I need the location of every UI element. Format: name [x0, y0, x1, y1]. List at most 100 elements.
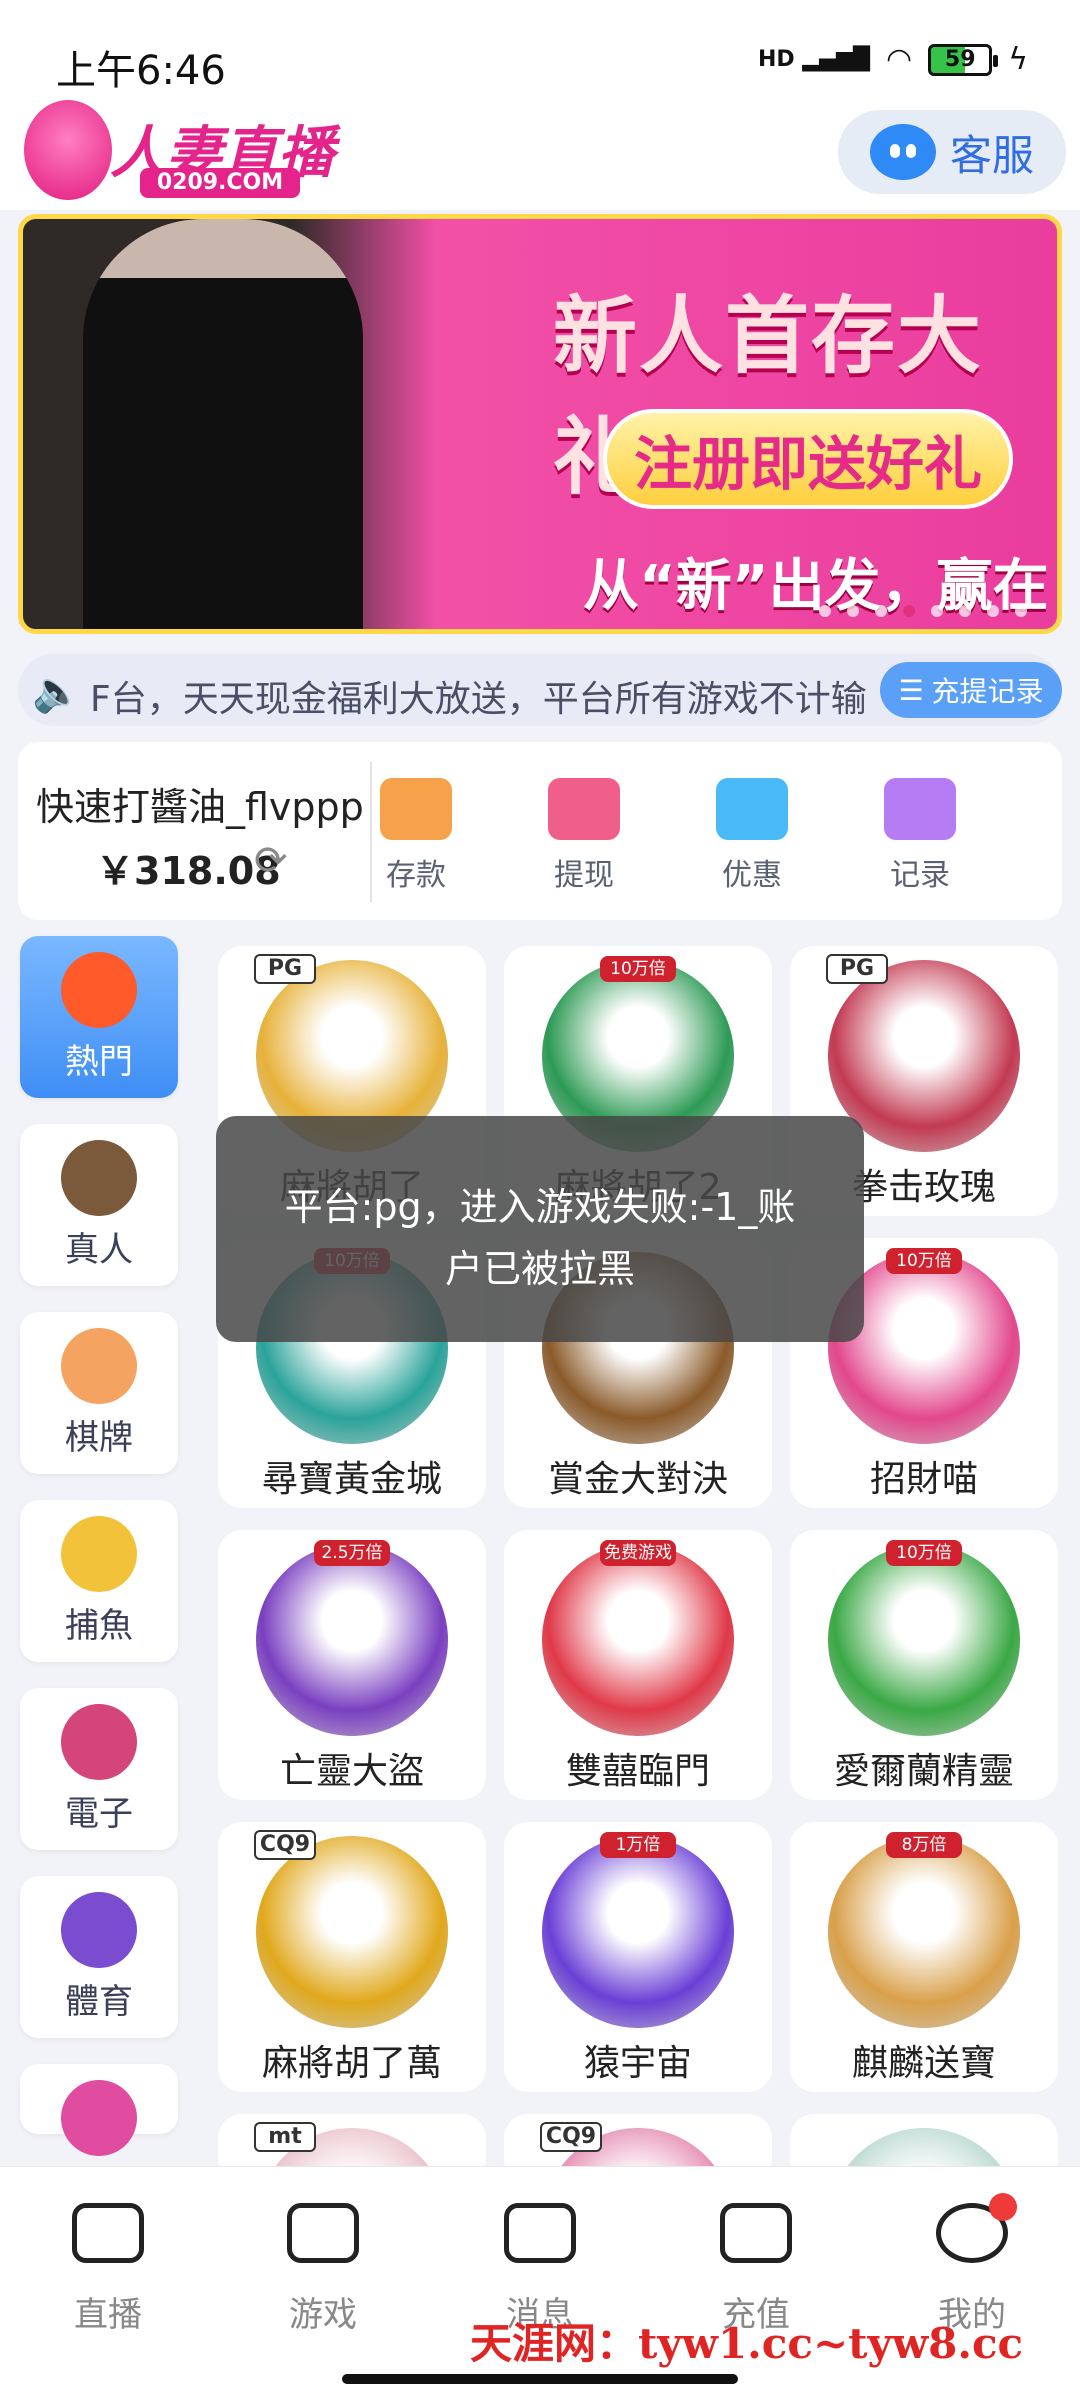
game-name: 麻將胡了萬	[261, 2043, 442, 2084]
wallet-icon	[720, 2203, 792, 2263]
shark-icon	[61, 1516, 137, 1592]
signal-icon: HD ▂▄▆█	[757, 47, 871, 72]
banner-subtitle: 从“新”出发，赢在起点!	[583, 554, 1049, 619]
game-tile[interactable]: 免费游戏 雙囍臨門	[504, 1530, 772, 1800]
toast-line-2: 户已被拉黑	[444, 1247, 635, 1291]
banner-dot[interactable]	[959, 605, 971, 617]
quick-action-withdraw[interactable]: 提现	[524, 778, 644, 894]
game-name: 麒麟送寶	[851, 2043, 996, 2084]
home-indicator[interactable]	[342, 2374, 738, 2384]
provider-badge: mt	[254, 2122, 316, 2152]
category-tab[interactable]: 熱門	[20, 936, 178, 1098]
banner-dot[interactable]	[931, 605, 943, 617]
soccer-ball-icon	[61, 1892, 137, 1968]
list-icon: ☰	[898, 673, 924, 707]
quick-action-label: 提现	[554, 858, 614, 893]
banner-dot[interactable]	[1015, 605, 1027, 617]
wallet-icon	[380, 778, 452, 840]
promo-banner[interactable]: 新人首存大礼包 注册即送好礼 从“新”出发，赢在起点!	[18, 214, 1062, 634]
multiplier-badge: 1万倍	[600, 1832, 676, 1858]
banner-dot[interactable]	[987, 605, 999, 617]
game-name: 愛爾蘭精靈	[833, 1751, 1014, 1792]
quick-action-folder-clock[interactable]: 记录	[860, 778, 980, 894]
recharge-record-label: 充提记录	[931, 675, 1044, 708]
tab-label: 游戏	[289, 2295, 357, 2335]
game-artwork	[542, 1836, 734, 2028]
category-tab[interactable]: 電子	[20, 1688, 178, 1850]
notice-bar: 🔈 F台，天天现金福利大放送，平台所有游戏不计输 ☰ 充提记录	[18, 654, 1062, 726]
category-label: 真人	[65, 1230, 133, 1270]
withdraw-icon	[548, 778, 620, 840]
banner-dot[interactable]	[819, 605, 831, 617]
category-tab[interactable]: 體育	[20, 1876, 178, 2038]
lottery-ball-icon	[61, 2080, 137, 2156]
tab-gamepad[interactable]: 游戏	[248, 2203, 398, 2336]
game-artwork	[828, 1836, 1020, 2028]
category-tab[interactable]	[20, 2064, 178, 2156]
logo-domain: 0209.COM	[140, 168, 300, 198]
provider-badge: CQ9	[540, 2122, 602, 2152]
provider-badge: PG	[826, 954, 888, 984]
category-tab[interactable]: 捕魚	[20, 1500, 178, 1662]
game-name: 賞金大對決	[547, 1459, 728, 1500]
game-tile[interactable]: CQ9 麻將胡了萬	[218, 1822, 486, 2092]
app-header: 人妻直播 0209.COM 客服	[0, 100, 1080, 210]
game-tile[interactable]: 1万倍猿宇宙	[504, 1822, 772, 2092]
slot-machine-icon	[61, 1704, 137, 1780]
game-artwork	[256, 1836, 448, 2028]
tab-video-camera[interactable]: 直播	[33, 2203, 183, 2336]
multiplier-badge: 2.5万倍	[314, 1540, 390, 1566]
multiplier-badge: 10万倍	[886, 1540, 962, 1566]
headset-icon	[869, 124, 936, 180]
notification-dot	[989, 2193, 1017, 2221]
game-name: 猿宇宙	[583, 2043, 692, 2084]
account-card: 快速打醬油_flvppp ￥318.08 ⟳ 存款 提现 优惠 记录	[18, 742, 1062, 920]
fire-icon	[61, 952, 137, 1028]
quick-action-gift[interactable]: 优惠	[692, 778, 812, 894]
game-artwork	[542, 1544, 734, 1736]
category-tab[interactable]: 棋牌	[20, 1312, 178, 1474]
category-label: 熱門	[65, 1042, 133, 1082]
quick-action-label: 优惠	[722, 858, 782, 893]
customer-service-label: 客服	[949, 130, 1034, 180]
multiplier-badge: 10万倍	[886, 1248, 962, 1274]
toast-line-1: 平台:pg，进入游戏失败:-1_账	[284, 1185, 796, 1229]
cards-icon	[61, 1328, 137, 1404]
provider-badge: CQ9	[254, 1830, 316, 1860]
game-artwork	[828, 1544, 1020, 1736]
status-bar: 上午6:46 HD ▂▄▆█ ◠ 59 ϟ	[0, 0, 1080, 100]
gamepad-icon	[287, 2203, 359, 2263]
multiplier-badge: 免费游戏	[600, 1540, 676, 1566]
balance: ￥318.08	[96, 849, 281, 893]
category-label: 體育	[65, 1982, 133, 2022]
gift-icon	[716, 778, 788, 840]
game-tile[interactable]: 10万倍愛爾蘭精靈	[790, 1530, 1058, 1800]
customer-service-button[interactable]: 客服	[838, 110, 1066, 194]
recharge-record-button[interactable]: ☰ 充提记录	[880, 662, 1062, 718]
banner-dot[interactable]	[847, 605, 859, 617]
error-toast: 平台:pg，进入游戏失败:-1_账 户已被拉黑	[216, 1116, 864, 1342]
game-artwork	[256, 1544, 448, 1736]
banner-photo	[83, 219, 363, 629]
category-label: 棋牌	[65, 1418, 133, 1458]
logo-icon	[24, 100, 112, 200]
banner-register-pill: 注册即送好礼	[603, 409, 1013, 509]
banner-pagination[interactable]	[819, 605, 1027, 617]
chip-icon	[61, 1140, 137, 1216]
watermark-text: 天涯网：tyw1.cc~tyw8.cc	[470, 2319, 1024, 2368]
category-label: 電子	[65, 1794, 133, 1834]
game-name: 雙囍臨門	[565, 1751, 710, 1792]
multiplier-badge: 10万倍	[600, 956, 676, 982]
category-tab[interactable]: 真人	[20, 1124, 178, 1286]
game-tile[interactable]: 2.5万倍亡靈大盜	[218, 1530, 486, 1800]
game-name: 亡靈大盜	[279, 1751, 424, 1792]
refresh-icon[interactable]: ⟳	[254, 838, 288, 884]
speaker-icon: 🔈	[32, 669, 82, 715]
game-tile[interactable]: 8万倍 麒麟送寶	[790, 1822, 1058, 2092]
provider-badge: PG	[254, 954, 316, 984]
quick-action-wallet[interactable]: 存款	[356, 778, 476, 894]
banner-dot[interactable]	[903, 605, 915, 617]
charging-icon: ϟ	[1008, 42, 1028, 77]
banner-dot[interactable]	[875, 605, 887, 617]
chat-icon	[504, 2203, 576, 2263]
